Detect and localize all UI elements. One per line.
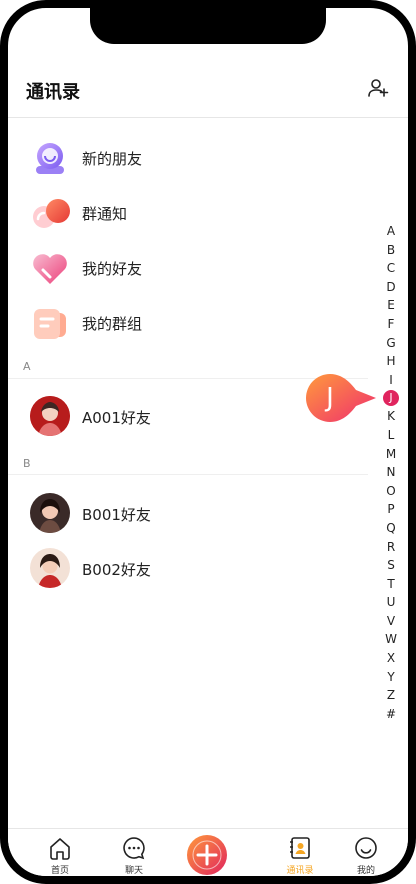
index-letter-j[interactable]: J [383,390,399,407]
my-groups-item[interactable]: 我的群组 [30,303,330,343]
index-letter-d[interactable]: D [384,278,398,297]
add-friend-icon[interactable] [366,76,390,100]
home-icon [50,838,70,860]
index-letter-m[interactable]: M [384,445,398,464]
section-divider [8,474,368,475]
index-letter-y[interactable]: Y [384,668,398,687]
index-letter-s[interactable]: S [384,556,398,575]
index-letter-a[interactable]: A [384,222,398,241]
contact-name: B001好友 [82,506,151,524]
avatar [30,396,70,436]
avatar [30,548,70,588]
page-title: 通讯录 [26,82,80,103]
contacts-icon [290,837,310,859]
my-friends-label: 我的好友 [82,260,143,278]
new-friends-item[interactable]: 新的朋友 [30,138,330,178]
tab-bar: 首页 聊天 通讯录 我的 [8,828,408,876]
notch [90,8,326,44]
index-letter-o[interactable]: O [384,482,398,501]
phone-frame: 通讯录 新的朋友 群通知 我的好友 我的群组 A A001好友 B B001好友… [0,0,416,884]
header: 通讯录 [8,64,408,118]
index-letter-z[interactable]: Z [384,686,398,705]
index-letter-w[interactable]: W [384,630,398,649]
tab-profile[interactable]: 我的 [336,835,396,876]
index-letter-x[interactable]: X [384,649,398,668]
tab-home[interactable]: 首页 [30,835,90,876]
index-letter-e[interactable]: E [384,296,398,315]
index-letter-l[interactable]: L [384,426,398,445]
index-letter-c[interactable]: C [384,259,398,278]
chat-icon [123,837,145,860]
tab-label: 首页 [50,866,69,876]
index-letter-q[interactable]: Q [384,519,398,538]
index-letter-n[interactable]: N [384,463,398,482]
contact-name: B002好友 [82,561,151,579]
index-letter-p[interactable]: P [384,500,398,519]
alphabet-index-bar[interactable]: A B C D E F G H I J K L M N O P Q R S T U V W X Y Z # [383,222,399,724]
group-notice-item[interactable]: 群通知 [30,193,330,233]
my-friends-item[interactable]: 我的好友 [30,248,330,288]
my-groups-label: 我的群组 [82,315,143,333]
tab-label: 我的 [356,866,375,876]
index-bubble-letter: J [326,383,334,413]
document-icon [34,309,66,339]
contact-name: A001好友 [82,409,151,427]
tab-label: 通讯录 [286,866,314,876]
index-indicator-bubble: J [304,374,376,422]
index-letter-h[interactable]: H [384,352,398,371]
index-letter-b[interactable]: B [384,241,398,260]
index-letter-i[interactable]: I [384,371,398,390]
new-friends-icon [36,143,64,174]
contact-row[interactable]: B001好友 [30,493,330,533]
section-label-b: B [23,457,31,470]
section-label-a: A [23,360,31,373]
contact-row[interactable]: B002好友 [30,548,330,588]
index-letter-v[interactable]: V [384,612,398,631]
index-letter-r[interactable]: R [384,538,398,557]
index-letter-u[interactable]: U [384,593,398,612]
index-letter-hash[interactable]: # [384,705,398,724]
index-letter-k[interactable]: K [384,407,398,426]
plus-icon[interactable] [186,834,228,876]
new-friends-label: 新的朋友 [82,150,143,168]
index-letter-t[interactable]: T [384,575,398,594]
tab-contacts[interactable]: 通讯录 [270,835,330,876]
group-notice-icon [33,199,70,228]
avatar [30,493,70,533]
heart-icon [33,254,67,284]
group-notice-label: 群通知 [82,205,128,223]
index-letter-f[interactable]: F [384,315,398,334]
contact-row[interactable]: A001好友 [30,396,330,436]
tab-chat[interactable]: 聊天 [104,835,164,876]
profile-icon [355,837,377,859]
index-letter-g[interactable]: G [384,334,398,353]
tab-label: 聊天 [124,866,143,876]
